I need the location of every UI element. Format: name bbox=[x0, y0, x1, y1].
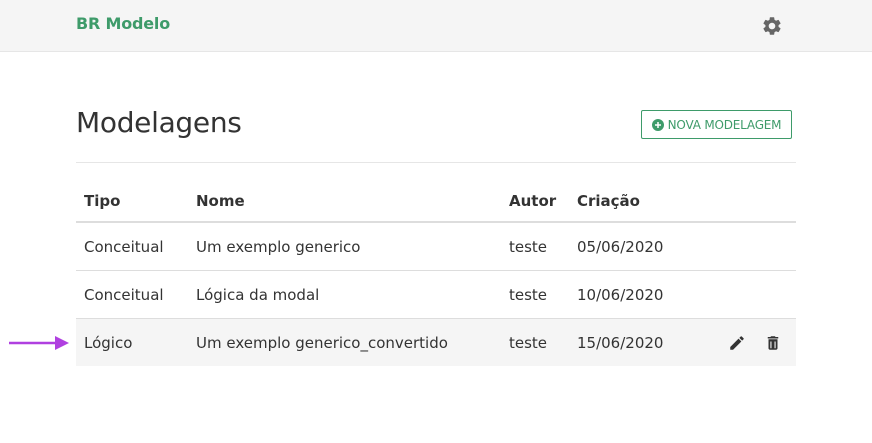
table-row-selected[interactable]: Lógico Um exemplo generico_convertido te… bbox=[76, 318, 796, 366]
cell-autor: teste bbox=[501, 270, 569, 319]
cell-criacao: 10/06/2020 bbox=[569, 270, 699, 319]
column-header-actions bbox=[699, 180, 796, 223]
brand-logo-text[interactable]: BR Modelo bbox=[76, 14, 170, 33]
cell-actions bbox=[699, 318, 796, 366]
table-row[interactable]: Conceitual Lógica da modal teste 10/06/2… bbox=[76, 270, 796, 319]
column-header-criacao[interactable]: Criação bbox=[569, 180, 699, 223]
cell-tipo: Lógico bbox=[76, 318, 188, 366]
pencil-icon[interactable] bbox=[728, 334, 746, 352]
trash-icon[interactable] bbox=[764, 334, 782, 352]
cell-nome[interactable]: Um exemplo generico_convertido bbox=[188, 318, 501, 366]
new-model-button-label: NOVA MODELAGEM bbox=[667, 117, 782, 132]
cell-actions bbox=[699, 270, 796, 319]
cell-nome[interactable]: Um exemplo generico bbox=[188, 222, 501, 271]
models-table: Tipo Nome Autor Criação Conceitual Um ex… bbox=[76, 180, 796, 366]
new-model-button[interactable]: NOVA MODELAGEM bbox=[641, 110, 792, 139]
cell-actions bbox=[699, 222, 796, 271]
cell-autor: teste bbox=[501, 318, 569, 366]
table-row[interactable]: Conceitual Um exemplo generico teste 05/… bbox=[76, 222, 796, 271]
column-header-autor[interactable]: Autor bbox=[501, 180, 569, 223]
page-title: Modelagens bbox=[76, 106, 242, 139]
header-divider bbox=[76, 162, 796, 163]
column-header-nome[interactable]: Nome bbox=[188, 180, 501, 223]
cell-autor: teste bbox=[501, 222, 569, 271]
cell-nome[interactable]: Lógica da modal bbox=[188, 270, 501, 319]
cell-tipo: Conceitual bbox=[76, 270, 188, 319]
cell-criacao: 15/06/2020 bbox=[569, 318, 699, 366]
gear-icon[interactable] bbox=[761, 15, 783, 37]
table-header-row: Tipo Nome Autor Criação bbox=[76, 180, 796, 223]
cell-tipo: Conceitual bbox=[76, 222, 188, 271]
cell-criacao: 05/06/2020 bbox=[569, 222, 699, 271]
top-navbar: BR Modelo bbox=[0, 0, 872, 52]
column-header-tipo[interactable]: Tipo bbox=[76, 180, 188, 223]
arrow-right-icon bbox=[9, 336, 69, 350]
plus-circle-icon bbox=[651, 118, 664, 131]
